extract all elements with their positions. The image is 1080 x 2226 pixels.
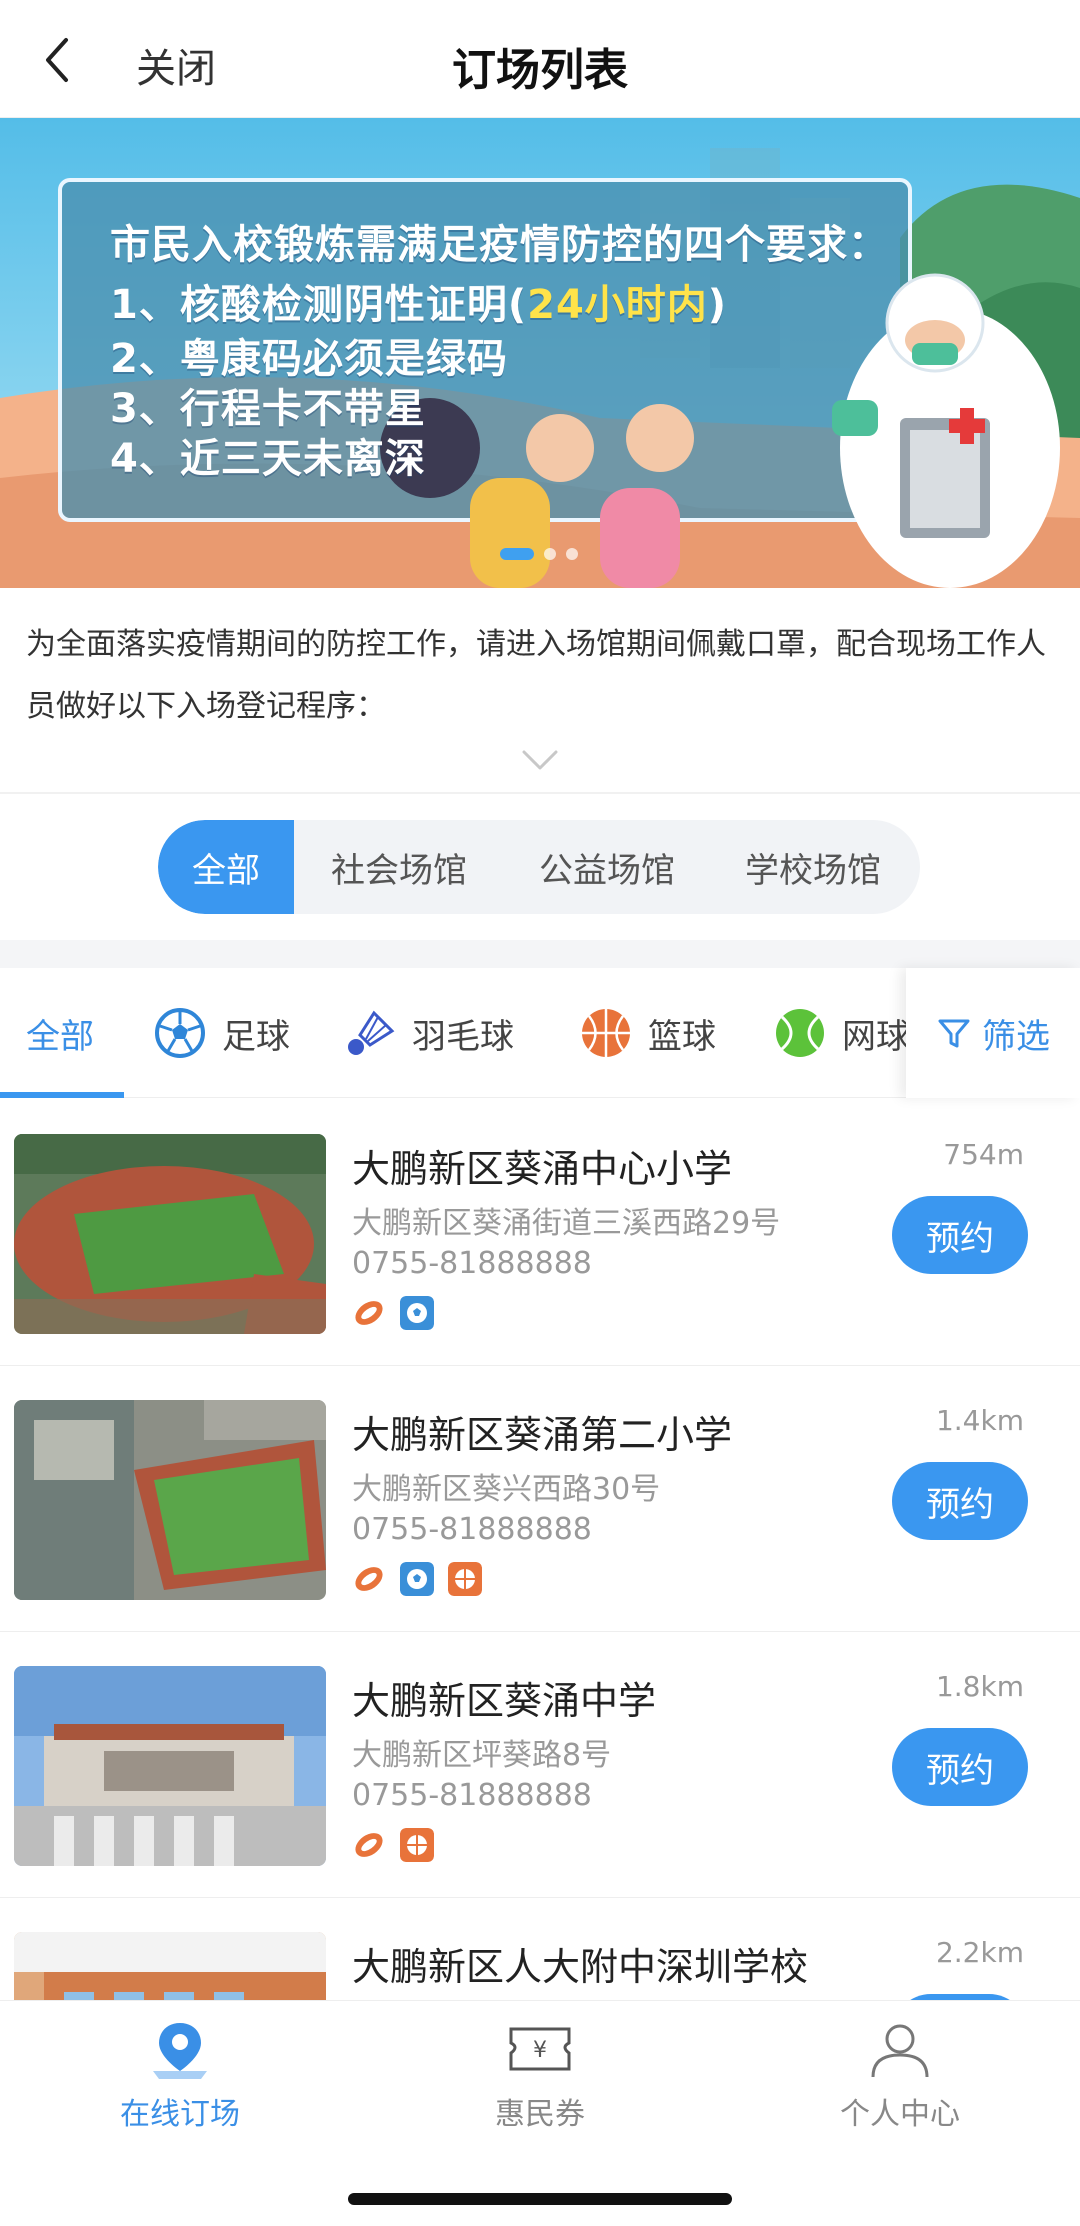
venue-type-segmented-control: 全部 社会场馆 公益场馆 学校场馆 — [158, 820, 920, 914]
venue-name: 大鹏新区葵涌第二小学 — [352, 1413, 733, 1457]
track-icon — [352, 1296, 386, 1330]
tab-coupons[interactable]: ¥ 惠民券 — [440, 2019, 640, 2133]
notice-banner-carousel[interactable]: 市民入校锻炼需满足疫情防控的四个要求： 1、核酸检测阴性证明(24小时内) 2、… — [0, 118, 1080, 588]
tab-personal-center[interactable]: 个人中心 — [800, 2019, 1000, 2133]
soccer-icon — [400, 1562, 434, 1596]
coupon-icon: ¥ — [509, 2027, 571, 2071]
banner-requirement-1-text: 1、核酸检测阴性证明( — [110, 282, 528, 328]
soccer-icon — [400, 1296, 434, 1330]
venue-list: 大鹏新区葵涌中心小学 大鹏新区葵涌街道三溪西路29号 0755-81888888… — [0, 1100, 1080, 2000]
venue-distance: 1.4km — [935, 1404, 1024, 1437]
tab-label: 个人中心 — [840, 2097, 960, 2132]
venue-list-item[interactable]: 大鹏新区葵涌中心小学 大鹏新区葵涌街道三溪西路29号 0755-81888888… — [0, 1100, 1080, 1366]
nav-header: 关闭 订场列表 — [0, 0, 1080, 118]
segment-social-venues[interactable]: 社会场馆 — [294, 820, 504, 914]
sport-tab-soccer[interactable]: 足球 — [154, 968, 290, 1098]
bottom-tab-bar: 在线订场 ¥ 惠民券 个人中心 — [0, 2000, 1080, 2226]
venue-list-item[interactable]: 大鹏新区葵涌中学 大鹏新区坪葵路8号 0755-81888888 1.8km 预… — [0, 1632, 1080, 1898]
sport-tab-all[interactable]: 全部 — [26, 968, 94, 1098]
soccer-icon — [155, 1008, 205, 1058]
divider — [0, 792, 1080, 794]
venue-phone: 0755-81888888 — [352, 1246, 592, 1281]
basketball-icon — [448, 1562, 482, 1596]
venue-name: 大鹏新区人大附中深圳学校 — [352, 1945, 809, 1989]
book-button[interactable]: 预约 — [892, 1728, 1028, 1806]
expand-chevron-down-icon[interactable] — [521, 748, 559, 772]
sport-tabs: 全部 足球 羽毛球 篮球 网球 筛选 — [0, 968, 1080, 1098]
venue-address: 大鹏新区葵兴西路30号 — [352, 1472, 661, 1507]
sport-tab-label: 羽毛球 — [412, 1016, 514, 1057]
venue-sport-tags — [352, 1296, 434, 1330]
app-page: 关闭 订场列表 市民入校锻炼需满足疫情防控的四个要求： 1、核酸检测阴性证明(2… — [0, 0, 1080, 2226]
sport-tab-tennis[interactable]: 网球 — [774, 968, 910, 1098]
tab-label: 惠民券 — [495, 2097, 585, 2132]
track-icon — [352, 1562, 386, 1596]
venue-sport-tags — [352, 1562, 482, 1596]
user-icon — [871, 2024, 929, 2078]
venue-photo — [14, 1400, 326, 1600]
carousel-indicator — [500, 548, 578, 560]
basketball-icon — [582, 1009, 630, 1057]
venue-phone: 0755-81888888 — [352, 1778, 592, 1813]
sport-tab-label: 篮球 — [648, 1016, 716, 1057]
sport-tab-basketball[interactable]: 篮球 — [580, 968, 716, 1098]
filter-funnel-icon — [938, 1019, 970, 1048]
venue-phone: 0755-81888888 — [352, 1512, 592, 1547]
tab-online-booking[interactable]: 在线订场 — [80, 2019, 280, 2133]
venue-address: 大鹏新区葵涌街道三溪西路29号 — [352, 1206, 781, 1241]
shuttlecock-icon — [348, 1010, 395, 1055]
filter-button[interactable]: 筛选 — [906, 968, 1080, 1098]
home-indicator[interactable] — [348, 2193, 732, 2205]
basketball-icon — [400, 1828, 434, 1862]
sport-tab-label: 网球 — [842, 1016, 910, 1057]
sport-tab-label: 全部 — [26, 1016, 94, 1057]
filter-label: 筛选 — [982, 1016, 1050, 1057]
venue-sport-tags — [352, 1828, 434, 1862]
banner-heading: 市民入校锻炼需满足疫情防控的四个要求： — [110, 222, 889, 268]
section-gap — [0, 940, 1080, 968]
track-icon — [352, 1828, 386, 1862]
segment-school-venues[interactable]: 学校场馆 — [710, 820, 916, 914]
banner-text-block: 市民入校锻炼需满足疫情防控的四个要求： 1、核酸检测阴性证明(24小时内) 2、… — [60, 180, 910, 520]
venue-photo — [14, 1134, 326, 1334]
tab-label: 在线订场 — [120, 2097, 240, 2132]
venue-list-item[interactable]: 大鹏新区人大附中深圳学校 2.2km 预约 — [0, 1898, 1080, 2000]
banner-requirement-1-end: ) — [707, 282, 728, 328]
segment-all[interactable]: 全部 — [158, 820, 294, 914]
svg-text:¥: ¥ — [533, 2038, 547, 2063]
venue-name: 大鹏新区葵涌中学 — [352, 1679, 657, 1723]
book-button[interactable]: 预约 — [892, 1462, 1028, 1540]
venue-distance: 754m — [943, 1138, 1024, 1171]
active-tab-indicator — [0, 1092, 124, 1098]
venue-distance: 1.8km — [935, 1670, 1024, 1703]
banner-requirement-1: 1、核酸检测阴性证明(24小时内) — [110, 272, 727, 330]
sport-tab-badminton[interactable]: 羽毛球 — [344, 968, 514, 1098]
segment-public-welfare-venues[interactable]: 公益场馆 — [504, 820, 710, 914]
carousel-dot[interactable] — [544, 548, 556, 560]
sport-tab-label: 足球 — [222, 1016, 290, 1057]
venue-address: 大鹏新区坪葵路8号 — [352, 1738, 612, 1773]
venue-photo — [14, 1932, 326, 2000]
location-pin-icon — [153, 2023, 207, 2079]
book-button[interactable]: 预约 — [892, 1196, 1028, 1274]
carousel-dot[interactable] — [566, 548, 578, 560]
venue-list-item[interactable]: 大鹏新区葵涌第二小学 大鹏新区葵兴西路30号 0755-81888888 1.4… — [0, 1366, 1080, 1632]
venue-distance: 2.2km — [935, 1936, 1024, 1969]
page-title: 订场列表 — [452, 45, 628, 96]
venue-name: 大鹏新区葵涌中心小学 — [352, 1147, 733, 1191]
notice-text: 为全面落实疫情期间的防控工作，请进入场馆期间佩戴口罩，配合现场工作人员做好以下入… — [26, 627, 1046, 724]
tennis-icon — [776, 1009, 824, 1057]
banner-highlight: 24小时内 — [527, 282, 708, 328]
venue-photo — [14, 1666, 326, 1866]
carousel-dot-active[interactable] — [500, 548, 534, 560]
banner-requirement-4: 4、近三天未离深 — [110, 436, 426, 482]
